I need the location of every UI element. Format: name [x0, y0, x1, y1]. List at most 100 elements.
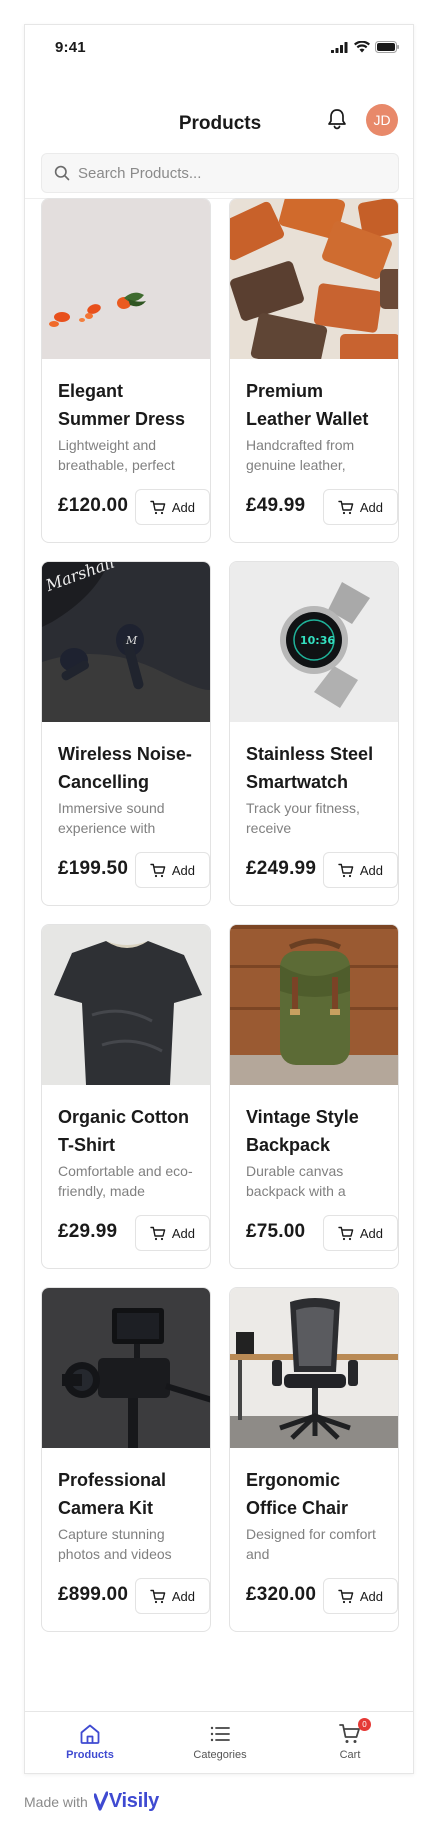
product-image — [42, 199, 210, 359]
product-image — [42, 925, 210, 1085]
visily-mark-icon — [93, 1790, 108, 1811]
product-image — [42, 1288, 210, 1448]
product-image — [230, 925, 398, 1085]
product-name: Stainless Steel Smartwatch — [246, 744, 374, 792]
status-icons — [331, 41, 399, 53]
made-with-label: Made with — [24, 1793, 88, 1810]
office-chair-image — [230, 1288, 398, 1448]
bottom-tab-bar: Products Categories 0 Cart — [25, 1711, 413, 1773]
app-header: Products JD — [25, 69, 413, 199]
product-image: 10:36 — [230, 562, 398, 722]
product-price: £49.99 — [246, 495, 306, 516]
cart-icon — [338, 1226, 354, 1240]
smartwatch-image: 10:36 — [230, 562, 398, 722]
search-icon — [54, 165, 70, 181]
add-to-cart-button[interactable]: Add — [322, 1215, 398, 1251]
earbuds-image: Marshall M — [42, 562, 210, 722]
status-time: 9:41 — [55, 39, 86, 56]
user-avatar[interactable]: JD — [366, 104, 398, 136]
product-description: Immersive sound experience with — [58, 800, 165, 836]
product-name: Wireless Noise-Cancelling — [58, 744, 192, 792]
search-bar[interactable] — [41, 153, 399, 193]
product-name: Premium Leather Wallet — [246, 381, 369, 429]
product-description: Handcrafted from genuine leather, — [246, 437, 355, 473]
product-card[interactable]: Ergonomic Office Chair Designed for comf… — [229, 1287, 399, 1632]
add-label: Add — [171, 1225, 195, 1241]
product-description: Track your fitness, receive — [246, 800, 360, 836]
product-name: Organic Cotton T-Shirt — [58, 1107, 189, 1155]
tab-label: Products — [66, 1749, 114, 1761]
phone-frame: 9:41 Products JD Search Products... Eleg… — [24, 24, 414, 1774]
cart-icon — [338, 500, 354, 514]
product-grid: Elegant Summer Dress Lightweight and bre… — [41, 198, 399, 1632]
visily-logo[interactable]: Visily — [93, 1790, 159, 1813]
product-price: £320.00 — [246, 1584, 317, 1605]
product-name: Professional Camera Kit — [58, 1470, 167, 1518]
signal-icon — [331, 41, 348, 53]
add-to-cart-button[interactable]: Add — [134, 852, 210, 888]
wifi-icon — [354, 41, 370, 53]
camera-image — [42, 1288, 210, 1448]
add-to-cart-button[interactable]: Add — [134, 489, 210, 525]
cart-icon — [150, 1226, 166, 1240]
tab-categories[interactable]: Categories — [155, 1712, 285, 1773]
cart-icon — [150, 863, 166, 877]
add-to-cart-button[interactable]: Add — [322, 489, 398, 525]
product-card[interactable]: Professional Camera Kit Capture stunning… — [41, 1287, 211, 1632]
status-bar: 9:41 — [25, 25, 413, 69]
watch-time-text: 10:36 — [300, 634, 335, 647]
leather-wallets-image — [230, 199, 398, 359]
cart-icon — [338, 863, 354, 877]
made-with-footer: Made with Visily — [24, 1790, 159, 1813]
product-card[interactable]: Marshall M Wireless Noise-Cancelling Imm… — [41, 561, 211, 906]
tab-label: Cart — [339, 1749, 361, 1761]
avatar-initials: JD — [373, 112, 391, 128]
tab-cart[interactable]: 0 Cart — [285, 1712, 413, 1773]
add-label: Add — [359, 1225, 383, 1241]
product-price: £75.00 — [246, 1221, 306, 1242]
product-price: £120.00 — [58, 495, 129, 516]
add-label: Add — [359, 1588, 383, 1604]
product-card[interactable]: Premium Leather Wallet Handcrafted from … — [229, 198, 399, 543]
product-description: Designed for comfort and — [246, 1526, 376, 1562]
add-to-cart-button[interactable]: Add — [134, 1578, 210, 1614]
product-card[interactable]: Elegant Summer Dress Lightweight and bre… — [41, 198, 211, 543]
product-price: £199.50 — [58, 858, 129, 879]
add-to-cart-button[interactable]: Add — [134, 1215, 210, 1251]
list-icon — [210, 1726, 230, 1742]
product-card[interactable]: Vintage Style Backpack Durable canvas ba… — [229, 924, 399, 1269]
add-to-cart-button[interactable]: Add — [322, 852, 398, 888]
product-image: Marshall M — [42, 562, 210, 722]
brand-name: Visily — [108, 1790, 159, 1812]
product-description: Durable canvas backpack with a — [246, 1163, 346, 1199]
product-description: Comfortable and eco-friendly, made — [58, 1163, 193, 1199]
add-label: Add — [359, 499, 383, 515]
tab-label: Categories — [193, 1749, 247, 1761]
cart-count-badge: 0 — [358, 1718, 371, 1731]
product-name: Vintage Style Backpack — [246, 1107, 359, 1155]
home-icon — [80, 1724, 100, 1744]
product-name: Ergonomic Office Chair — [246, 1470, 349, 1518]
cart-icon — [150, 1589, 166, 1603]
add-label: Add — [171, 862, 195, 878]
product-name: Elegant Summer Dress — [58, 381, 186, 429]
add-label: Add — [171, 499, 195, 515]
product-card[interactable]: Organic Cotton T-Shirt Comfortable and e… — [41, 924, 211, 1269]
tshirt-image — [42, 925, 210, 1085]
backpack-image — [230, 925, 398, 1085]
svg-text:M: M — [125, 634, 138, 647]
page-title: Products — [178, 113, 262, 134]
product-image — [230, 1288, 398, 1448]
add-to-cart-button[interactable]: Add — [322, 1578, 398, 1614]
battery-icon — [375, 41, 399, 53]
product-price: £899.00 — [58, 1584, 129, 1605]
product-description: Lightweight and breathable, perfect — [58, 437, 175, 473]
notification-bell-icon[interactable] — [326, 107, 348, 131]
product-description: Capture stunning photos and videos — [58, 1526, 172, 1562]
cart-icon — [150, 500, 166, 514]
tab-products[interactable]: Products — [25, 1712, 155, 1773]
dress-petals-image — [42, 199, 210, 359]
cart-icon — [338, 1589, 354, 1603]
search-input[interactable] — [78, 164, 378, 182]
product-card[interactable]: 10:36 Stainless Steel Smartwatch Track y… — [229, 561, 399, 906]
